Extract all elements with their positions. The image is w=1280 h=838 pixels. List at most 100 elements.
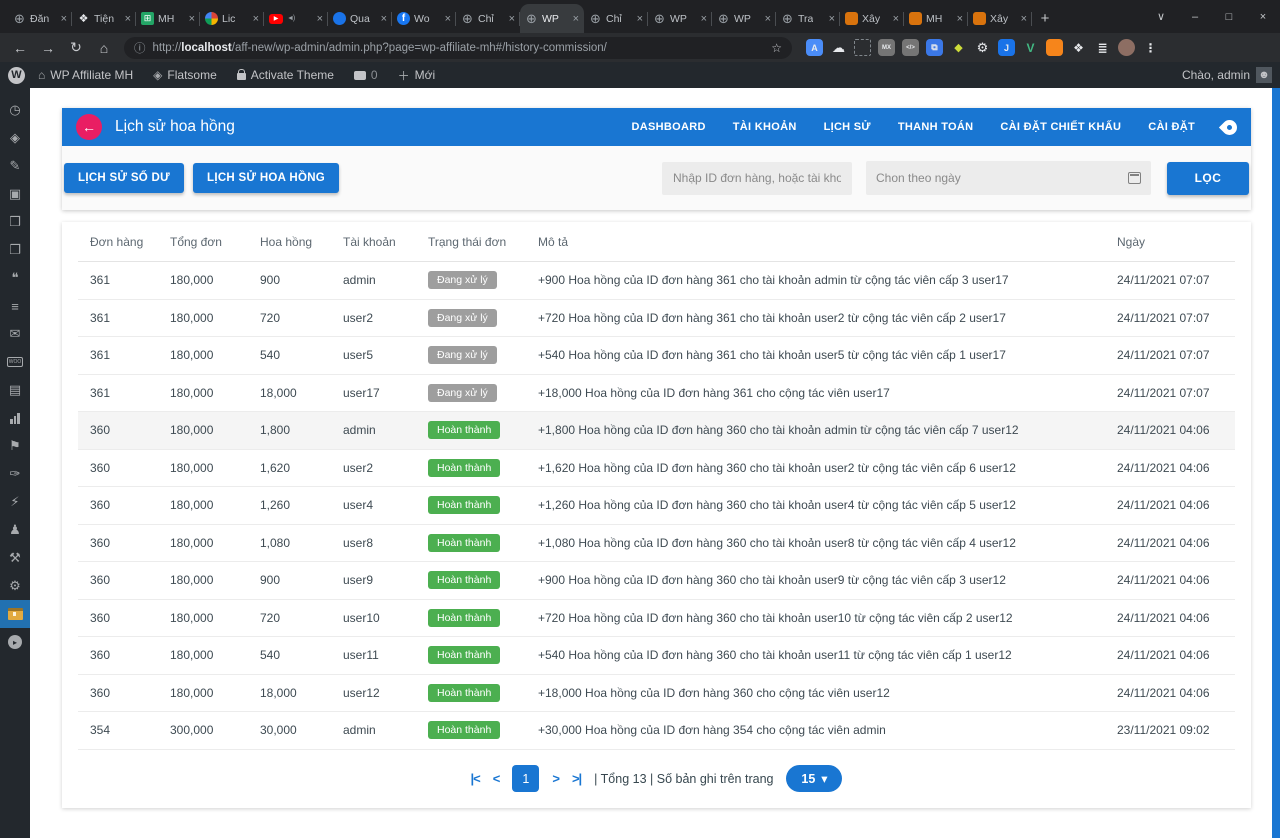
avatar[interactable]: ☻ [1256, 67, 1272, 83]
prev-page-button[interactable]: < [493, 771, 500, 786]
tab-button-l-ch-s-s-d-[interactable]: LỊCH SỬ SỐ DƯ [64, 163, 184, 193]
sidebar-item-collapse-menu[interactable]: ▸ [0, 628, 30, 656]
sidebar-item-dashboard[interactable]: ◷ [0, 96, 30, 124]
browser-tab[interactable]: ⊕Chỉ× [456, 4, 520, 33]
tab-close-icon[interactable]: × [317, 13, 323, 25]
sidebar-item-posts[interactable]: ✎ [0, 152, 30, 180]
table-row[interactable]: 360180,0001,080user8Hoàn thành+1,080 Hoa… [78, 525, 1235, 563]
per-page-select[interactable]: 15 ▾ [786, 765, 842, 792]
wordpress-logo-icon[interactable]: W [8, 67, 25, 84]
window-minimize[interactable]: – [1178, 0, 1212, 33]
sidebar-item-comments[interactable]: ❝ [0, 264, 30, 292]
table-row[interactable]: 360180,00018,000user12Hoàn thành+18,000 … [78, 675, 1235, 713]
new-tab-button[interactable]: + [1032, 5, 1058, 31]
forward-icon[interactable]: → [36, 40, 60, 56]
calendar-icon[interactable] [1128, 172, 1141, 184]
admin-bar-activate-theme[interactable]: Activate Theme [230, 62, 341, 88]
sidebar-item-woocommerce[interactable]: WOO [0, 348, 30, 376]
devtools-icon[interactable]: ⧉ [926, 39, 943, 56]
nav-link-l-ch-s-[interactable]: LỊCH SỬ [824, 121, 871, 133]
translate-icon[interactable]: A [806, 39, 823, 56]
admin-bar-new[interactable]: ＋ Mới [391, 62, 443, 88]
nav-link-t-i-kho-n[interactable]: TÀI KHOẢN [733, 121, 797, 133]
tab-close-icon[interactable]: × [253, 13, 259, 25]
tab-close-icon[interactable]: × [765, 13, 771, 25]
bookmark-star-icon[interactable]: ☆ [771, 41, 782, 55]
browser-tab[interactable]: ⊕WP× [712, 4, 776, 33]
table-row[interactable]: 360180,0001,620user2Hoàn thành+1,620 Hoa… [78, 450, 1235, 488]
tab-close-icon[interactable]: × [893, 13, 899, 25]
browser-tab[interactable]: ❖Tiện× [72, 4, 136, 33]
tab-button-l-ch-s-hoa-h-ng[interactable]: LỊCH SỬ HOA HỒNG [193, 163, 339, 193]
browser-tab[interactable]: MH× [904, 4, 968, 33]
sidebar-item-wp-affiliate-mh[interactable] [0, 600, 30, 628]
sidebar-item-tools[interactable]: ⚒ [0, 544, 30, 572]
browser-tab[interactable]: ⊕Tra× [776, 4, 840, 33]
table-row[interactable]: 361180,000900adminĐang xử lý+900 Hoa hồn… [78, 262, 1235, 300]
browser-tab[interactable]: ⊕Chỉ× [584, 4, 648, 33]
sidebar-item-plugins[interactable]: ⚡ [0, 488, 30, 516]
tab-close-icon[interactable]: × [381, 13, 387, 25]
sidebar-item-analytics[interactable] [0, 404, 30, 432]
profile-avatar[interactable] [1118, 39, 1135, 56]
sidebar-item-marketing[interactable]: ⚑ [0, 432, 30, 460]
mx-icon[interactable]: MX [878, 39, 895, 56]
browser-tab[interactable]: ⊕Đăn× [8, 4, 72, 33]
table-row[interactable]: 361180,000720user2Đang xử lý+720 Hoa hồn… [78, 300, 1235, 338]
table-row[interactable]: 360180,0001,260user4Hoàn thành+1,260 Hoa… [78, 487, 1235, 525]
admin-greeting[interactable]: Chào, admin [1182, 68, 1250, 82]
flame-icon[interactable] [1219, 116, 1240, 137]
browser-tab[interactable]: ⊕WP× [520, 4, 584, 33]
page-scrollbar[interactable] [1272, 88, 1280, 838]
tab-close-icon[interactable]: × [1021, 13, 1027, 25]
date-filter[interactable] [866, 161, 1151, 195]
back-button[interactable]: ← [76, 114, 102, 140]
code-icon[interactable]: </> [902, 39, 919, 56]
cloud-icon[interactable]: ☁ [830, 39, 847, 56]
table-row[interactable]: 360180,000720user10Hoàn thành+720 Hoa hồ… [78, 600, 1235, 638]
tab-close-icon[interactable]: × [509, 13, 515, 25]
vue-devtools-icon[interactable]: V [1022, 39, 1039, 56]
browser-tab[interactable]: ⊕WP× [648, 4, 712, 33]
search-input[interactable] [662, 162, 852, 195]
home-icon[interactable]: ⌂ [92, 40, 116, 56]
browser-tab[interactable]: ⊞MH× [136, 4, 200, 33]
browser-tab[interactable]: ▶◄)× [264, 4, 328, 33]
lighthouse-icon[interactable]: ◆ [950, 39, 967, 56]
browser-tab[interactable]: Xây× [840, 4, 904, 33]
reload-icon[interactable]: ↻ [64, 39, 88, 56]
table-row[interactable]: 360180,000900user9Hoàn thành+900 Hoa hồn… [78, 562, 1235, 600]
tab-close-icon[interactable]: × [829, 13, 835, 25]
sidebar-item-ux-blocks[interactable]: ❒ [0, 208, 30, 236]
nav-link-c-i-t-chi-t-kh-u[interactable]: CÀI ĐẶT CHIẾT KHẤU [1000, 121, 1121, 133]
gear-icon[interactable]: ⚙ [974, 39, 991, 56]
tab-close-icon[interactable]: × [189, 13, 195, 25]
browser-menu-icon[interactable]: ⋮ [1142, 39, 1159, 56]
admin-bar-site[interactable]: ⌂ WP Affiliate MH [31, 62, 140, 88]
extensions-puzzle-icon[interactable]: ❖ [1070, 39, 1087, 56]
tab-close-icon[interactable]: × [637, 13, 643, 25]
sidebar-item-media[interactable]: ▣ [0, 180, 30, 208]
tab-close-icon[interactable]: × [701, 13, 707, 25]
playlist-icon[interactable]: ≣ [1094, 39, 1111, 56]
sidebar-item-forms[interactable]: ≡ [0, 292, 30, 320]
sidebar-item-products[interactable]: ▤ [0, 376, 30, 404]
table-row[interactable]: 361180,00018,000user17Đang xử lý+18,000 … [78, 375, 1235, 413]
next-page-button[interactable]: > [552, 771, 559, 786]
admin-bar-comments[interactable]: 0 [347, 62, 385, 88]
nav-link-dashboard[interactable]: DASHBOARD [632, 121, 706, 133]
tab-close-icon[interactable]: × [573, 13, 579, 25]
site-info-icon[interactable]: ⓘ [134, 40, 146, 56]
browser-tab[interactable]: Lic× [200, 4, 264, 33]
date-input[interactable] [876, 171, 1128, 185]
tab-close-icon[interactable]: × [445, 13, 451, 25]
window-chevron[interactable]: ∨ [1144, 0, 1178, 33]
sidebar-item-contact[interactable]: ✉ [0, 320, 30, 348]
metamask-icon[interactable] [1046, 39, 1063, 56]
filter-button[interactable]: LỌC [1167, 162, 1249, 195]
table-row[interactable]: 360180,0001,800adminHoàn thành+1,800 Hoa… [78, 412, 1235, 450]
back-icon[interactable]: ← [8, 40, 32, 56]
browser-tab[interactable]: Qua× [328, 4, 392, 33]
tab-close-icon[interactable]: × [61, 13, 67, 25]
current-page-button[interactable]: 1 [512, 765, 539, 792]
